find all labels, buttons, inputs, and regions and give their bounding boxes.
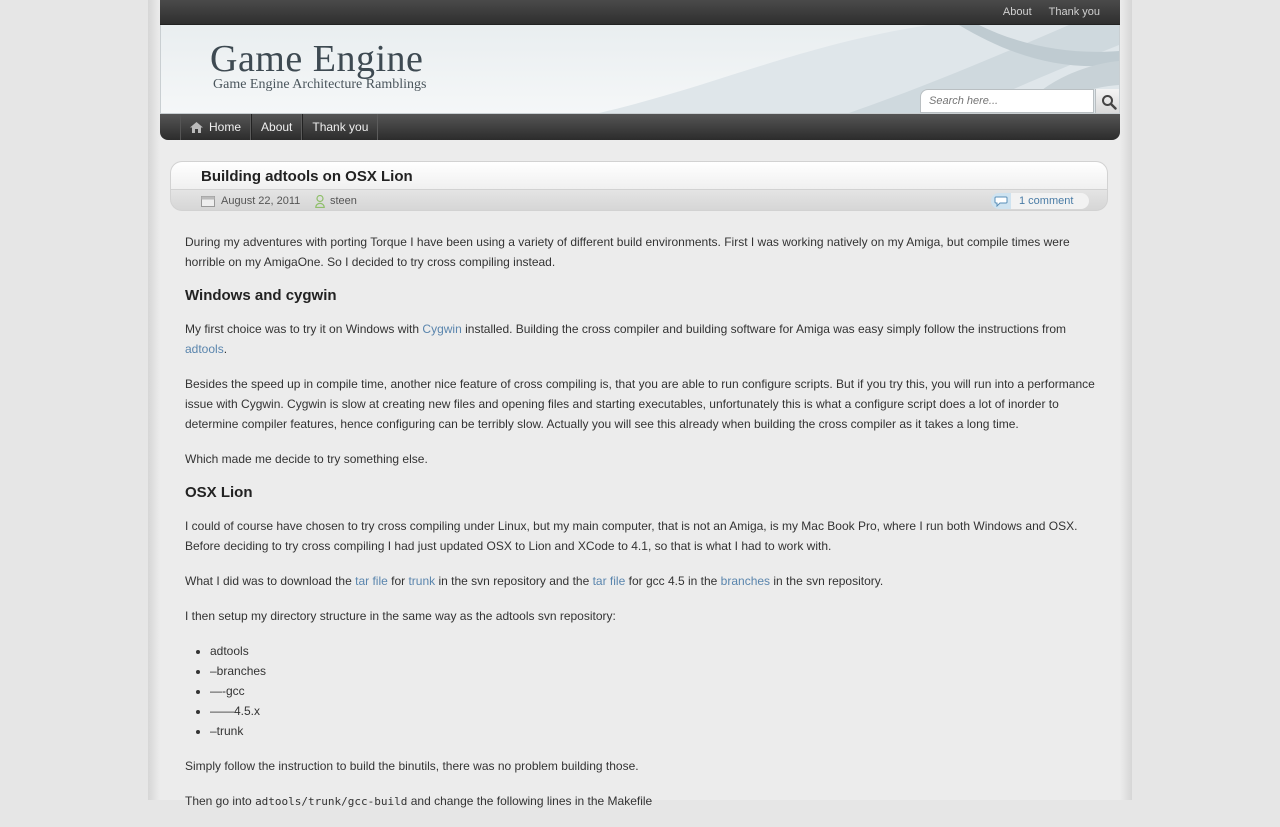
text-span: in the svn repository. [770,574,884,588]
post-title-bar: Building adtools on OSX Lion [170,161,1108,189]
post-content: During my adventures with porting Torque… [185,232,1100,827]
post-header: Building adtools on OSX Lion August 22, … [170,161,1108,211]
nav-item-home[interactable]: Home [180,114,252,140]
comment-bubble-icon [991,193,1011,209]
heading-windows-cygwin: Windows and cygwin [185,287,337,304]
search-icon [1101,94,1117,110]
list-item: –trunk [210,721,1100,741]
paragraph-decide: Which made me decide to try something el… [185,452,428,466]
post-author: steen [315,190,357,212]
paragraph-download: What I did was to download the tar file … [185,571,1100,591]
text-span: in the svn repository and the [435,574,593,588]
post-author-text[interactable]: steen [330,195,357,207]
site-tagline: Game Engine Architecture Ramblings [213,77,427,92]
text-span: Then go into [185,794,256,808]
nav-item-about[interactable]: About [251,114,303,140]
trunk-link[interactable]: trunk [408,574,435,588]
text-span: My first choice was to try it on Windows… [185,322,423,336]
search-button[interactable] [1095,89,1119,113]
paragraph-osx: I could of course have chosen to try cro… [185,519,1078,553]
directory-list: adtools –branches —-gcc ——4.5.x –trunk [185,641,1100,741]
nav-item-thankyou-label: Thank you [312,120,369,134]
tar-file-link-gcc[interactable]: tar file [593,574,626,588]
paragraph-cygwin: My first choice was to try it on Windows… [185,319,1100,359]
calendar-icon [201,196,215,207]
text-span: installed. Building the cross compiler a… [461,322,1067,336]
nav-item-home-label: Home [209,120,242,134]
site-title[interactable]: Game Engine [210,37,423,81]
post-date: August 22, 2011 [201,190,300,212]
list-item: –branches [210,661,1100,681]
site-header: Game Engine Game Engine Architecture Ram… [160,25,1120,114]
heading-osx-lion: OSX Lion [185,484,253,501]
list-item: —-gcc [210,681,1100,701]
comments-link[interactable]: 1 comment [1011,193,1089,209]
list-item: ——4.5.x [210,701,1100,721]
text-span: for gcc 4.5 in the [625,574,721,588]
text-span: and change the following lines in the Ma… [407,794,653,808]
top-nav: About Thank you [986,0,1100,24]
branches-link[interactable]: branches [721,574,770,588]
topnav-thankyou-link[interactable]: Thank you [1049,0,1100,24]
code-path: adtools/trunk/gcc-build [255,795,408,808]
cygwin-link[interactable]: Cygwin [422,322,461,336]
post-meta-bar: August 22, 2011 steen 1 comment [170,189,1108,211]
page-wrapper: About Thank you Game Engine Game Engine … [160,0,1120,808]
topnav-about-link[interactable]: About [1003,0,1032,24]
text-span: . [223,342,228,356]
adtools-link[interactable]: adtools [185,342,224,356]
main-nav: Home About Thank you [160,114,1120,140]
search-input[interactable] [920,89,1094,113]
post-title[interactable]: Building adtools on OSX Lion [201,168,413,185]
comments-link-pill[interactable]: 1 comment [991,193,1089,209]
text-span: What I did was to download the [185,574,356,588]
paragraph-makefile: Then go into adtools/trunk/gcc-build and… [185,791,1100,812]
top-bar: About Thank you [160,0,1120,25]
nav-item-thankyou[interactable]: Thank you [302,114,379,140]
paragraph-binutils: Simply follow the instruction to build t… [185,759,639,773]
post-date-text: August 22, 2011 [221,195,301,207]
text-span: for [387,574,409,588]
tar-file-link-trunk[interactable]: tar file [355,574,388,588]
user-icon [315,194,325,208]
list-item: adtools [210,641,1100,661]
paragraph-speedup: Besides the speed up in compile time, an… [185,377,1095,431]
paragraph-intro: During my adventures with porting Torque… [185,235,1070,269]
paragraph-setup: I then setup my directory structure in t… [185,609,616,623]
home-icon [190,121,203,133]
nav-item-about-label: About [261,120,293,134]
